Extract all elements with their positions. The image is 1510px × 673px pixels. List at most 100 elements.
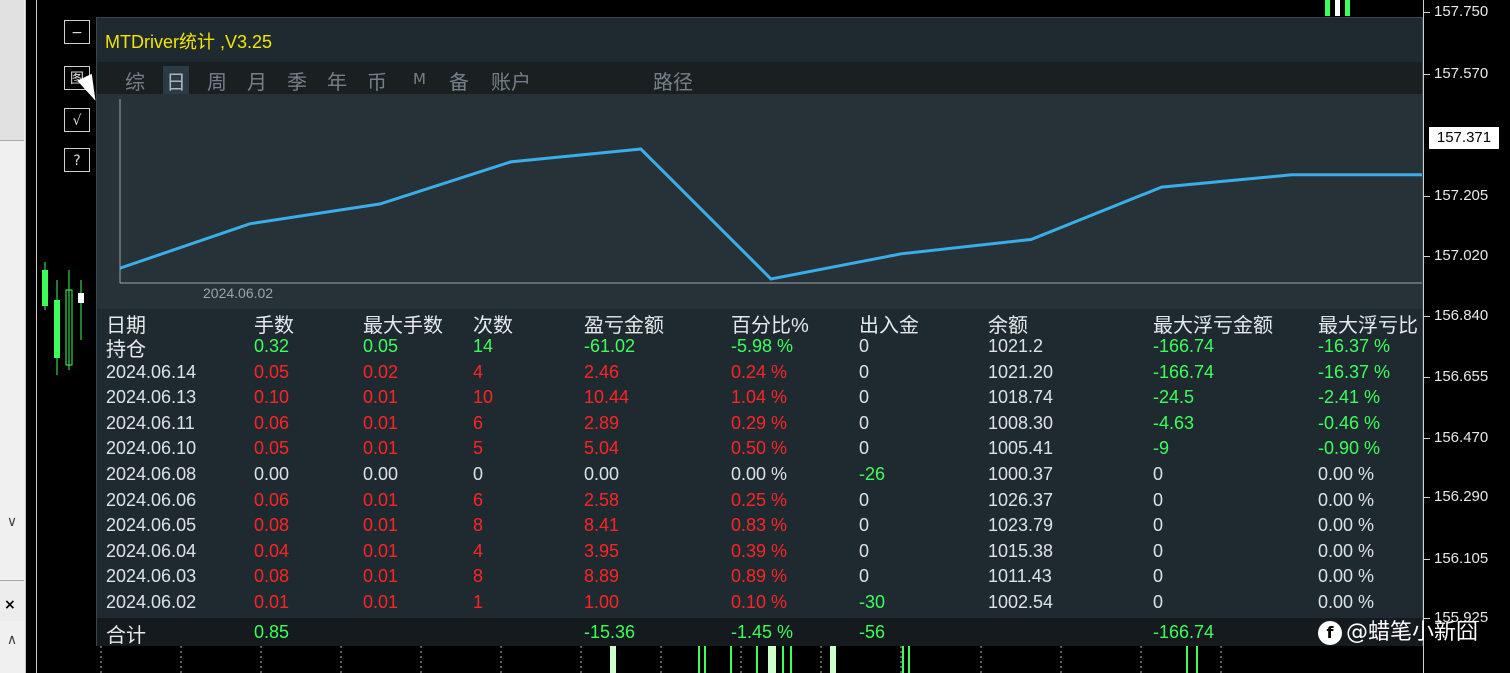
cell-count: 14 bbox=[473, 336, 494, 356]
header-balance: 余额 bbox=[988, 315, 1028, 337]
cell-cash-flow: 0 bbox=[859, 566, 870, 587]
tab-year[interactable]: 年 bbox=[327, 66, 347, 95]
platform-logo-icon: f bbox=[1318, 621, 1342, 645]
tab-week[interactable]: 周 bbox=[207, 66, 227, 95]
cell-lots: 0.00 bbox=[254, 464, 290, 484]
total-pnl: -15.36 bbox=[584, 622, 636, 642]
cell-cash-flow: 0 bbox=[859, 540, 870, 561]
cell-lots: 0.06 bbox=[254, 489, 290, 510]
cell-max-drawdown: -166.74 bbox=[1153, 336, 1215, 356]
cell-balance: 1008.30 bbox=[988, 412, 1054, 433]
price-label: 156.840 bbox=[1434, 307, 1489, 324]
cell-max-drawdown-percent: 0.00 % bbox=[1318, 540, 1375, 561]
plot-start-date: 2024.06.02 bbox=[203, 285, 273, 301]
cell-max-drawdown-percent: -0.46 % bbox=[1318, 412, 1381, 433]
check-button[interactable]: √ bbox=[64, 108, 90, 132]
cell-max-lots: 0.01 bbox=[363, 592, 399, 612]
cell-date: 2024.06.13 bbox=[106, 387, 197, 408]
total-cash-flow: -56 bbox=[859, 622, 886, 642]
cell-pnl: 8.41 bbox=[584, 515, 620, 536]
tab-month[interactable]: 月 bbox=[247, 66, 267, 95]
header-lots: 手数 bbox=[254, 315, 294, 337]
cell-date: 持仓 bbox=[106, 339, 146, 361]
cell-balance: 1005.41 bbox=[988, 438, 1054, 459]
cell-balance: 1002.54 bbox=[988, 592, 1054, 612]
cell-percent: 1.04 % bbox=[731, 387, 788, 408]
price-label: 156.470 bbox=[1434, 429, 1489, 446]
cell-balance: 1026.37 bbox=[988, 489, 1054, 510]
cell-max-drawdown: 0 bbox=[1153, 592, 1164, 612]
cell-max-drawdown-percent: -16.37 % bbox=[1318, 361, 1391, 382]
cell-max-drawdown: 0 bbox=[1153, 489, 1164, 510]
chevron-down-icon[interactable]: ∨ bbox=[3, 512, 21, 532]
cell-date: 2024.06.10 bbox=[106, 438, 197, 459]
cell-pnl: 10.44 bbox=[584, 387, 630, 408]
left-panel-top-section bbox=[0, 0, 24, 141]
price-axis: 157.371 157.750 157.570 157.205 157.020 156.… bbox=[1423, 0, 1510, 673]
chevron-up-icon[interactable]: ∧ bbox=[3, 630, 21, 650]
cell-max-drawdown-percent: 0.00 % bbox=[1318, 592, 1375, 612]
minimize-button[interactable]: − bbox=[64, 20, 90, 44]
tab-day[interactable]: 日 bbox=[163, 66, 189, 95]
cell-pnl: 3.95 bbox=[584, 540, 620, 561]
price-tick bbox=[1424, 559, 1430, 560]
watermark-text: @蜡笔小新囧 bbox=[1346, 620, 1479, 645]
tab-m[interactable]: M bbox=[413, 70, 426, 88]
price-label: 156.290 bbox=[1434, 488, 1489, 505]
cell-cash-flow: 0 bbox=[859, 336, 870, 356]
stats-panel: MTDriver统计 ,V3.25 综 日 周 月 季 年 币 M 备 账户 路… bbox=[96, 17, 1423, 647]
cell-balance: 1021.20 bbox=[988, 361, 1054, 382]
cell-date: 2024.06.05 bbox=[106, 515, 197, 536]
balance-curve-line bbox=[119, 147, 1422, 281]
cell-max-drawdown-percent: -16.37 % bbox=[1318, 336, 1391, 356]
tab-quarter[interactable]: 季 bbox=[287, 66, 307, 95]
cell-count: 8 bbox=[473, 515, 484, 536]
tab-currency[interactable]: 币 bbox=[367, 66, 387, 95]
price-tick bbox=[1424, 316, 1430, 317]
cell-balance: 1023.79 bbox=[988, 515, 1054, 536]
cell-lots: 0.04 bbox=[254, 540, 290, 561]
cell-max-drawdown-percent: 0.00 % bbox=[1318, 464, 1375, 484]
total-max-drawdown: -166.74 bbox=[1153, 622, 1215, 642]
cell-count: 4 bbox=[473, 361, 484, 382]
watermark: f @蜡笔小新囧 bbox=[1318, 614, 1478, 646]
cell-date: 2024.06.02 bbox=[106, 592, 197, 612]
cell-lots: 0.08 bbox=[254, 566, 290, 587]
cell-date: 2024.06.08 bbox=[106, 464, 197, 484]
cell-lots: 0.06 bbox=[254, 412, 290, 433]
cell-pnl: 2.46 bbox=[584, 361, 620, 382]
tab-summary[interactable]: 综 bbox=[125, 66, 145, 95]
left-side-panel: ∨ × ∧ bbox=[0, 0, 26, 673]
tab-path[interactable]: 路径 bbox=[653, 66, 693, 95]
cell-max-drawdown-percent: -0.90 % bbox=[1318, 438, 1381, 459]
cell-balance: 1021.2 bbox=[988, 336, 1044, 356]
total-percent: -1.45 % bbox=[731, 622, 794, 642]
price-tick bbox=[1424, 497, 1430, 498]
tab-account[interactable]: 账户 bbox=[491, 66, 531, 95]
cell-cash-flow: 0 bbox=[859, 515, 870, 536]
help-button[interactable]: ? bbox=[64, 148, 90, 172]
price-label: 156.105 bbox=[1434, 550, 1489, 567]
cell-count: 0 bbox=[473, 464, 484, 484]
cell-percent: 0.29 % bbox=[731, 412, 788, 433]
price-tick bbox=[1424, 12, 1430, 13]
cell-percent: 0.10 % bbox=[731, 592, 788, 612]
cell-cash-flow: 0 bbox=[859, 387, 870, 408]
price-tick bbox=[1424, 256, 1430, 257]
cell-count: 1 bbox=[473, 592, 484, 612]
cell-max-drawdown: -24.5 bbox=[1153, 387, 1195, 408]
cell-max-lots: 0.02 bbox=[363, 361, 399, 382]
cell-count: 6 bbox=[473, 489, 484, 510]
bottom-histogram bbox=[100, 646, 1222, 673]
cell-max-lots: 0.00 bbox=[363, 464, 399, 484]
header-max-drawdown-percent: 最大浮亏比 bbox=[1318, 315, 1418, 337]
header-max-drawdown: 最大浮亏金额 bbox=[1153, 315, 1273, 337]
cell-count: 6 bbox=[473, 412, 484, 433]
price-tick bbox=[1424, 377, 1430, 378]
cell-percent: -5.98 % bbox=[731, 336, 794, 356]
tab-note[interactable]: 备 bbox=[449, 66, 469, 95]
close-icon[interactable]: × bbox=[4, 597, 16, 613]
cell-max-drawdown-percent: 0.00 % bbox=[1318, 566, 1375, 587]
cell-cash-flow: -26 bbox=[859, 464, 886, 484]
cell-max-drawdown: -166.74 bbox=[1153, 361, 1215, 382]
